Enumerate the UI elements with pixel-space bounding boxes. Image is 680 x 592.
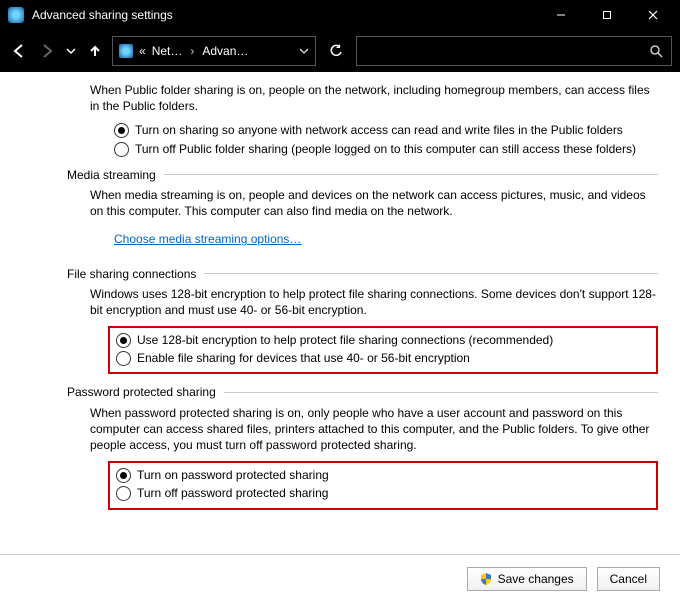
chevron-right-icon: › <box>188 44 196 58</box>
radio-public-off-label: Turn off Public folder sharing (people l… <box>135 141 658 157</box>
password-sharing-highlight: Turn on password protected sharing Turn … <box>108 461 658 509</box>
address-segment-1: Net… <box>152 44 183 58</box>
window-titlebar: Advanced sharing settings <box>0 0 680 30</box>
window-title: Advanced sharing settings <box>32 8 173 22</box>
divider <box>204 273 658 274</box>
save-changes-button[interactable]: Save changes <box>467 567 587 591</box>
radio-password-off-label: Turn off password protected sharing <box>137 485 650 501</box>
radio-public-on-label: Turn on sharing so anyone with network a… <box>135 122 658 138</box>
recent-locations-dropdown[interactable] <box>64 37 78 65</box>
file-sharing-highlight: Use 128-bit encryption to help protect f… <box>108 326 658 374</box>
forward-button[interactable] <box>36 37 58 65</box>
file-sharing-desc: Windows uses 128-bit encryption to help … <box>90 286 658 318</box>
up-button[interactable] <box>84 37 106 65</box>
public-folder-desc: When Public folder sharing is on, people… <box>90 82 658 114</box>
radio-public-off[interactable] <box>114 142 129 157</box>
public-folder-radio-group: Turn on sharing so anyone with network a… <box>114 122 658 156</box>
section-file-sharing: File sharing connections <box>67 266 658 282</box>
footer-bar: Save changes Cancel <box>0 554 680 592</box>
minimize-button[interactable] <box>538 0 584 30</box>
radio-128bit-label: Use 128-bit encryption to help protect f… <box>137 332 650 348</box>
cancel-label: Cancel <box>610 572 647 586</box>
app-icon <box>8 7 24 23</box>
radio-40bit-label: Enable file sharing for devices that use… <box>137 350 650 366</box>
media-streaming-desc: When media streaming is on, people and d… <box>90 187 658 219</box>
radio-password-on[interactable] <box>116 468 131 483</box>
divider <box>164 174 658 175</box>
maximize-button[interactable] <box>584 0 630 30</box>
back-button[interactable] <box>8 37 30 65</box>
cancel-button[interactable]: Cancel <box>597 567 660 591</box>
password-sharing-heading: Password protected sharing <box>67 384 216 400</box>
address-segment-2: Advan… <box>202 44 293 58</box>
divider <box>224 392 658 393</box>
address-dropdown-icon[interactable] <box>299 46 309 56</box>
search-input[interactable] <box>356 36 672 66</box>
close-button[interactable] <box>630 0 676 30</box>
media-streaming-heading: Media streaming <box>67 167 156 183</box>
address-prefix: « <box>139 44 146 58</box>
navigation-bar: « Net… › Advan… <box>0 30 680 72</box>
file-sharing-heading: File sharing connections <box>67 266 196 282</box>
radio-40bit[interactable] <box>116 351 131 366</box>
section-media-streaming: Media streaming <box>67 167 658 183</box>
uac-shield-icon <box>480 573 492 585</box>
refresh-button[interactable] <box>322 37 350 65</box>
settings-content: When Public folder sharing is on, people… <box>0 72 680 554</box>
save-changes-label: Save changes <box>498 572 574 586</box>
media-streaming-link[interactable]: Choose media streaming options… <box>114 231 301 247</box>
address-bar[interactable]: « Net… › Advan… <box>112 36 316 66</box>
radio-password-off[interactable] <box>116 486 131 501</box>
radio-password-on-label: Turn on password protected sharing <box>137 467 650 483</box>
password-sharing-desc: When password protected sharing is on, o… <box>90 405 658 454</box>
location-icon <box>119 44 133 58</box>
radio-public-on[interactable] <box>114 123 129 138</box>
search-icon <box>649 44 663 58</box>
section-password-sharing: Password protected sharing <box>67 384 658 400</box>
radio-128bit[interactable] <box>116 333 131 348</box>
